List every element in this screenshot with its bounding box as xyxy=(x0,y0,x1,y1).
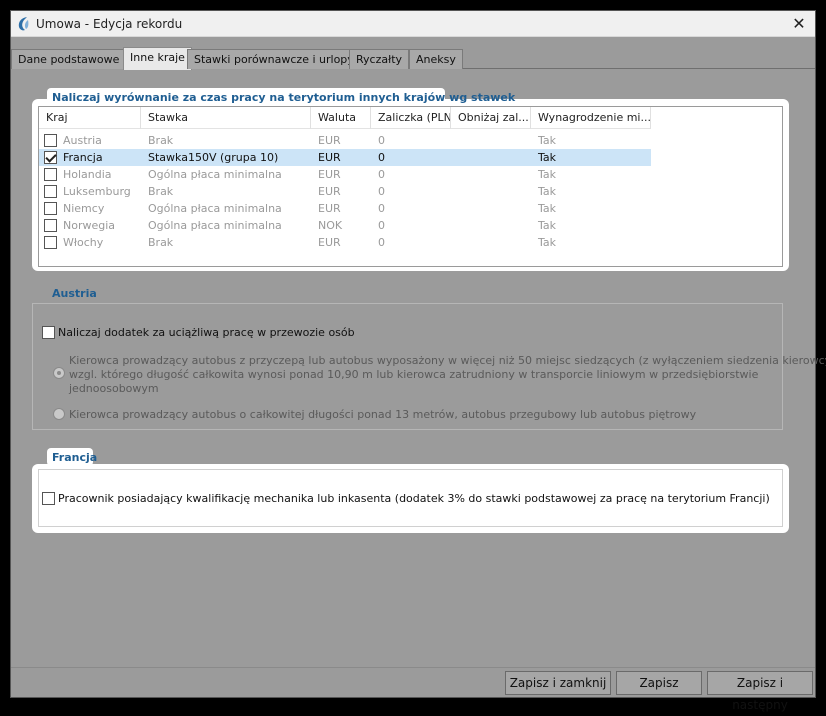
cell-rate: Ogólna płaca minimalna xyxy=(148,219,282,232)
cell-currency: EUR xyxy=(318,151,341,164)
tab-stawki-porownawcze[interactable]: Stawki porównawcze i urlopy xyxy=(187,49,361,69)
cell-min-wage: Tak xyxy=(538,185,557,198)
austria-option-trailer-label-3: jednoosobowym xyxy=(69,382,159,395)
cell-min-wage: Tak xyxy=(538,151,557,164)
column-header-min-wage[interactable]: Wynagrodzenie mi... xyxy=(531,107,651,129)
table-row[interactable]: Francja Stawka150V (grupa 10) EUR 0 Tak xyxy=(39,149,651,166)
table-row[interactable]: Holandia Ogólna płaca minimalna EUR 0 Tak xyxy=(39,166,651,183)
tab-dane-podstawowe[interactable]: Dane podstawowe xyxy=(11,49,127,69)
austria-option-trailer-radio[interactable] xyxy=(53,367,65,379)
save-button[interactable]: Zapisz xyxy=(616,671,702,695)
cell-country: Austria xyxy=(63,134,102,147)
close-icon[interactable]: ✕ xyxy=(789,14,809,34)
row-checkbox[interactable] xyxy=(44,134,57,147)
france-mechanic-label: Pracownik posiadający kwalifikację mecha… xyxy=(58,492,770,505)
austria-group-title: Austria xyxy=(52,287,97,300)
cell-advance: 0 xyxy=(378,219,385,232)
column-header-reduce[interactable]: Obniżaj zal... xyxy=(451,107,531,129)
row-checkbox[interactable] xyxy=(44,168,57,181)
cell-min-wage: Tak xyxy=(538,236,557,249)
tab-inne-kraje[interactable]: Inne kraje xyxy=(123,47,192,70)
austria-option-long-bus-label: Kierowca prowadzący autobus o całkowitej… xyxy=(69,408,697,421)
cell-rate: Ogólna płaca minimalna xyxy=(148,168,282,181)
cell-advance: 0 xyxy=(378,236,385,249)
austria-surcharge-label: Naliczaj dodatek za uciążliwą pracę w pr… xyxy=(58,326,355,339)
window-title: Umowa - Edycja rekordu xyxy=(36,17,183,31)
title-bar: Umowa - Edycja rekordu ✕ xyxy=(11,11,815,37)
cell-min-wage: Tak xyxy=(538,134,557,147)
table-row[interactable]: Norwegia Ogólna płaca minimalna NOK 0 Tak xyxy=(39,217,651,234)
austria-option-trailer-label-2: wzgl. którego długość całkowita wynosi p… xyxy=(69,368,759,381)
cell-country: Norwegia xyxy=(63,219,116,232)
table-row[interactable]: Włochy Brak EUR 0 Tak xyxy=(39,234,651,251)
tab-aneksy[interactable]: Aneksy xyxy=(409,49,463,69)
row-checkbox[interactable] xyxy=(44,219,57,232)
cell-country: Luksemburg xyxy=(63,185,131,198)
table-row[interactable]: Luksemburg Brak EUR 0 Tak xyxy=(39,183,651,200)
row-checkbox[interactable] xyxy=(44,185,57,198)
column-header-country[interactable]: Kraj xyxy=(39,107,141,129)
table-row[interactable]: Niemcy Ogólna płaca minimalna EUR 0 Tak xyxy=(39,200,651,217)
record-edit-window: Umowa - Edycja rekordu ✕ Dane podstawowe… xyxy=(10,10,826,712)
france-mechanic-checkbox[interactable] xyxy=(42,492,55,505)
countries-group-title: Naliczaj wyrównanie za czas pracy na ter… xyxy=(52,91,516,104)
cell-currency: EUR xyxy=(318,168,341,181)
column-header-currency[interactable]: Waluta xyxy=(311,107,371,129)
tab-ryczalty[interactable]: Ryczałty xyxy=(349,49,410,69)
cell-rate: Brak xyxy=(148,236,174,249)
table-row[interactable]: Austria Brak EUR 0 Tak xyxy=(39,132,651,149)
cell-currency: EUR xyxy=(318,134,341,147)
cell-currency: EUR xyxy=(318,185,341,198)
save-and-next-button[interactable]: Zapisz i następny xyxy=(707,671,813,712)
cell-rate: Brak xyxy=(148,185,174,198)
cell-advance: 0 xyxy=(378,168,385,181)
cell-currency: EUR xyxy=(318,202,341,215)
cell-country: Francja xyxy=(63,151,103,164)
cell-min-wage: Tak xyxy=(538,168,557,181)
cell-rate: Stawka150V (grupa 10) xyxy=(148,151,279,164)
tab-strip: Dane podstawowe Inne kraje Stawki porówn… xyxy=(11,47,815,70)
cell-rate: Ogólna płaca minimalna xyxy=(148,202,282,215)
cell-country: Włochy xyxy=(63,236,104,249)
austria-surcharge-checkbox[interactable] xyxy=(42,326,55,339)
cell-min-wage: Tak xyxy=(538,219,557,232)
cell-rate: Brak xyxy=(148,134,174,147)
cell-advance: 0 xyxy=(378,202,385,215)
france-group-title: Francja xyxy=(52,451,98,464)
cell-currency: NOK xyxy=(318,219,343,232)
row-checkbox[interactable] xyxy=(44,151,57,164)
column-header-rate[interactable]: Stawka xyxy=(141,107,311,129)
row-checkbox[interactable] xyxy=(44,202,57,215)
countries-grid[interactable]: Kraj Stawka Waluta Zaliczka (PLN) Obniża… xyxy=(38,106,783,267)
cell-country: Holandia xyxy=(63,168,112,181)
save-and-close-button[interactable]: Zapisz i zamknij xyxy=(505,671,611,695)
footer-divider xyxy=(11,667,815,668)
cell-country: Niemcy xyxy=(63,202,105,215)
cell-min-wage: Tak xyxy=(538,202,557,215)
row-checkbox[interactable] xyxy=(44,236,57,249)
app-logo-icon xyxy=(18,17,29,31)
austria-option-long-bus-radio[interactable] xyxy=(53,408,65,420)
cell-advance: 0 xyxy=(378,151,385,164)
austria-option-trailer-label-1: Kierowca prowadzący autobus z przyczepą … xyxy=(69,354,826,367)
cell-currency: EUR xyxy=(318,236,341,249)
cell-advance: 0 xyxy=(378,134,385,147)
cell-advance: 0 xyxy=(378,185,385,198)
column-header-advance[interactable]: Zaliczka (PLN) xyxy=(371,107,451,129)
grid-header: Kraj Stawka Waluta Zaliczka (PLN) Obniża… xyxy=(39,107,651,129)
